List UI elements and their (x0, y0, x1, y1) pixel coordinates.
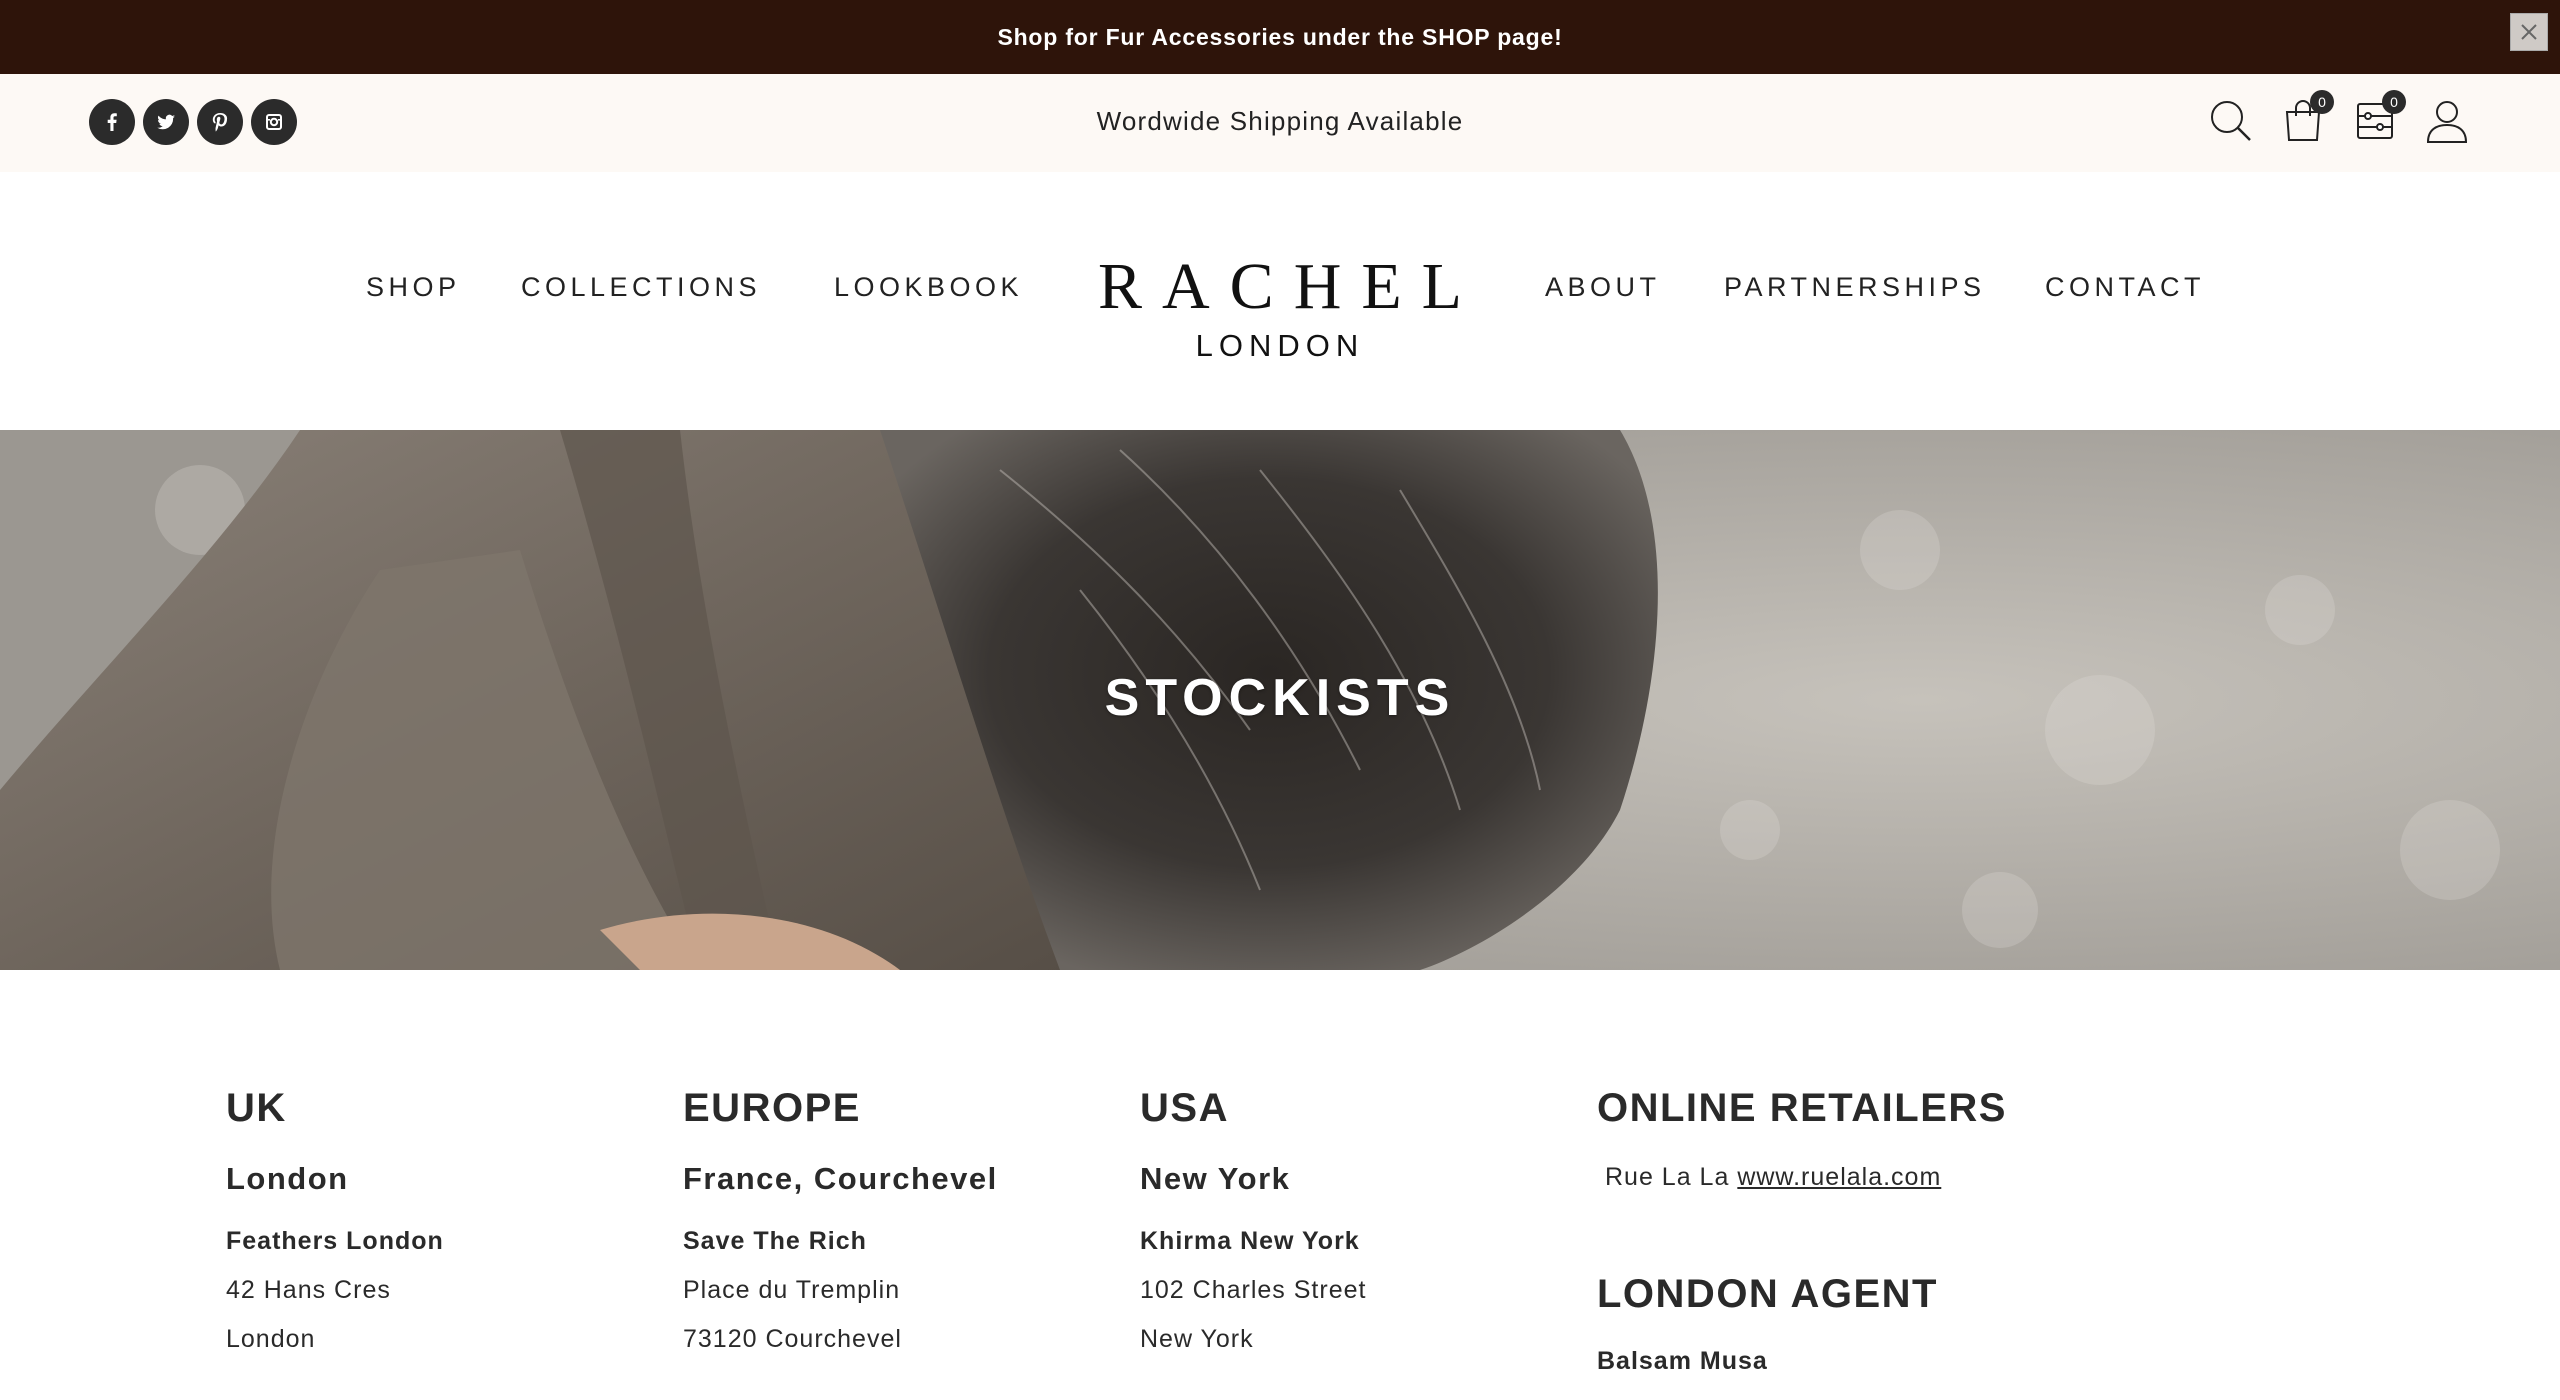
brand-logo[interactable]: RACHEL LONDON (1072, 254, 1488, 364)
compare-button[interactable]: 0 (2350, 90, 2406, 146)
nav-shop[interactable]: SHOP (366, 272, 461, 303)
agent-heading: LONDON AGENT (1597, 1272, 1938, 1316)
stockist-column-europe: EUROPE France, Courchevel Save The Rich … (683, 1086, 998, 1354)
region-heading: USA (1140, 1086, 1229, 1130)
announcement-bar: Shop for Fur Accessories under the SHOP … (0, 0, 2560, 74)
close-icon (2521, 24, 2537, 40)
store-name: Save The Rich (683, 1227, 867, 1255)
logo-wordmark: RACHEL (1098, 250, 1482, 323)
shipping-notice: Wordwide Shipping Available (1096, 106, 1464, 136)
stockist-column-uk: UK London Feathers London 42 Hans Cres L… (226, 1086, 444, 1354)
retailer-link[interactable]: www.ruelala.com (1737, 1163, 1941, 1191)
main-navigation: SHOP COLLECTIONS LOOKBOOK RACHEL LONDON … (0, 172, 2560, 430)
user-icon (2426, 101, 2468, 143)
nav-about[interactable]: ABOUT (1545, 272, 1661, 303)
region-heading: ONLINE RETAILERS (1597, 1086, 2007, 1130)
cart-button[interactable]: 0 (2278, 90, 2334, 146)
address-line: 102 Charles Street (1140, 1276, 1367, 1304)
search-icon (2211, 101, 2251, 141)
nav-lookbook[interactable]: LOOKBOOK (834, 272, 1023, 303)
address-line: 73120 Courchevel (683, 1325, 902, 1353)
utility-bar: Wordwide Shipping Available 0 0 (0, 74, 2560, 172)
nav-contact[interactable]: CONTACT (2045, 272, 2205, 303)
announcement-text: Shop for Fur Accessories under the SHOP … (997, 23, 1563, 50)
search-button[interactable] (2206, 96, 2256, 146)
hero-title: STOCKISTS (1104, 669, 1456, 727)
hero-banner: STOCKISTS (0, 430, 2560, 970)
address-line: New York (1140, 1325, 1254, 1353)
region-heading: EUROPE (683, 1086, 861, 1130)
logo-subtitle: LONDON (1195, 328, 1365, 363)
agent-name: Balsam Musa (1597, 1347, 1768, 1375)
retailer-name: Rue La La (1605, 1163, 1730, 1191)
address-line: Place du Tremplin (683, 1276, 901, 1304)
account-button[interactable] (2422, 96, 2472, 146)
nav-partnerships[interactable]: PARTNERSHIPS (1724, 272, 1986, 303)
cart-count-badge: 0 (2310, 90, 2334, 114)
store-name: Khirma New York (1140, 1227, 1360, 1255)
online-retailer: Rue La La www.ruelala.com (1597, 1163, 2007, 1192)
store-name: Feathers London (226, 1227, 444, 1255)
address-line: 42 Hans Cres (226, 1276, 391, 1304)
stockist-column-usa: USA New York Khirma New York 102 Charles… (1140, 1086, 1366, 1354)
user-actions: 0 0 (2206, 90, 2472, 146)
city-heading: New York (1140, 1161, 1291, 1196)
address-line: London (226, 1325, 316, 1353)
city-heading: London (226, 1161, 349, 1196)
city-heading: France, Courchevel (683, 1161, 998, 1196)
close-announcement-button[interactable] (2510, 13, 2548, 51)
region-heading: UK (226, 1086, 287, 1130)
stockist-column-online: ONLINE RETAILERS Rue La La www.ruelala.c… (1597, 1086, 2007, 1376)
nav-collections[interactable]: COLLECTIONS (521, 272, 761, 303)
compare-count-badge: 0 (2382, 90, 2406, 114)
